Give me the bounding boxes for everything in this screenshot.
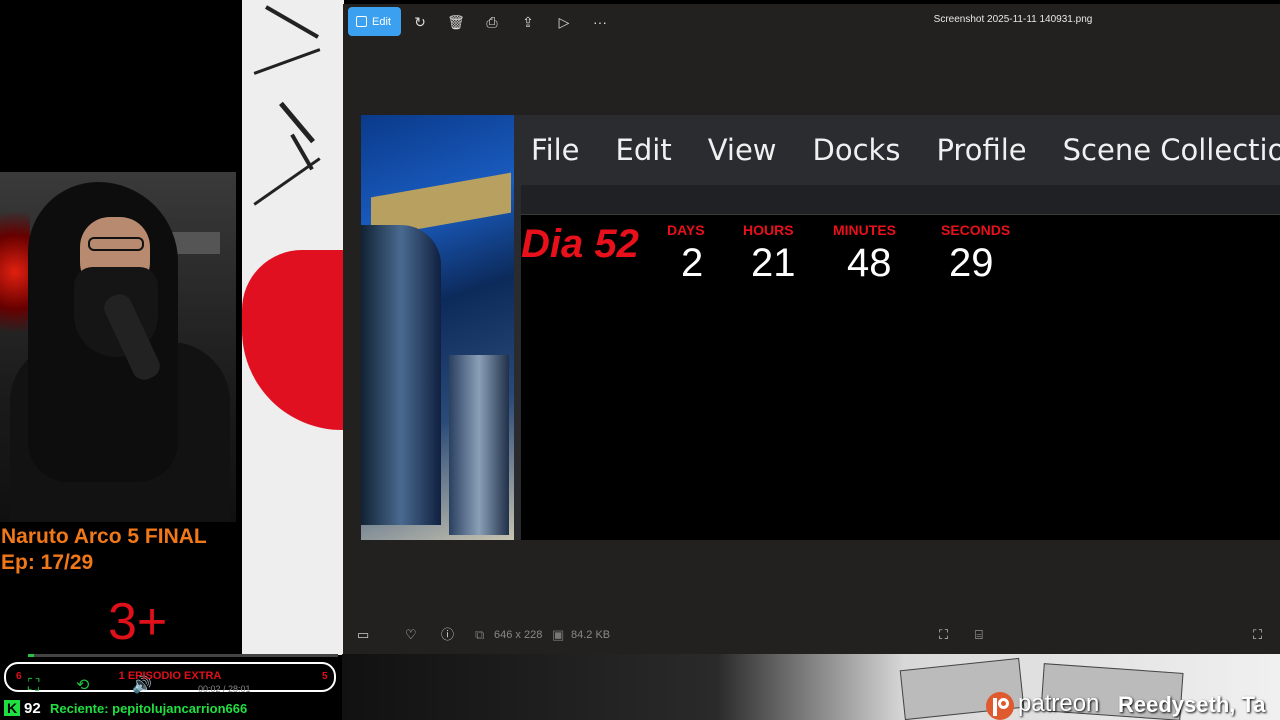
- photo-viewer-window: Edit ↻ 🗑 ⎙ ⇪ ▷ ··· Screenshot 2025-11-11…: [343, 4, 1280, 654]
- days-label: DAYS: [667, 222, 705, 238]
- kick-icon: K: [4, 700, 20, 716]
- seconds-value: 29: [949, 241, 994, 285]
- file-name: Screenshot 2025-11-11 140931.png: [933, 14, 1093, 25]
- stream-frame: Naruto Arco 5 FINAL Ep: 17/29 3+ 6 ⛶ ⟲ 🔊…: [0, 0, 1280, 720]
- rotate-icon[interactable]: ↻: [407, 9, 433, 35]
- dimensions-icon: ⧉: [475, 627, 485, 642]
- patreon-supporters: Reedyseth, Ta: [1118, 692, 1266, 717]
- media-player-bar: 6 ⛶ ⟲ 🔊 1 EPISODIO EXTRA 00:02 / 28:01 5: [4, 654, 338, 694]
- filmstrip-icon[interactable]: ▭: [357, 628, 369, 642]
- minutes-value: 48: [847, 241, 892, 285]
- countdown-title: Dia 52: [521, 222, 639, 266]
- minutes-label: MINUTES: [833, 222, 896, 238]
- file-size: 84.2 KB: [571, 629, 611, 641]
- progress-fill: [28, 654, 35, 657]
- edit-button[interactable]: Edit: [348, 7, 401, 36]
- edit-label: Edit: [372, 15, 391, 28]
- days-value: 2: [681, 241, 704, 285]
- player-time: 00:02 / 28:01: [198, 684, 251, 694]
- print-icon[interactable]: ⎙: [479, 9, 505, 35]
- obs-menu-file: File: [531, 133, 580, 167]
- obs-menu-edit: Edit: [615, 133, 672, 167]
- more-icon[interactable]: ···: [587, 9, 613, 35]
- seconds-label: SECONDS: [941, 222, 1011, 238]
- favorite-icon[interactable]: ♡: [405, 628, 417, 642]
- series-title: Naruto Arco 5 FINAL: [1, 525, 207, 548]
- player-label: 1 EPISODIO EXTRA: [118, 670, 222, 682]
- obs-menu-view: View: [707, 133, 777, 167]
- image-dimensions: 646 x 228: [494, 629, 543, 641]
- manga-background: [242, 0, 344, 655]
- obs-menu-docks: Docks: [812, 133, 901, 167]
- episode-counter: Ep: 17/29: [1, 551, 94, 574]
- hours-label: HOURS: [743, 222, 794, 238]
- progress-track[interactable]: [28, 654, 338, 657]
- zoom-fit-icon[interactable]: ⛶: [939, 628, 948, 642]
- recent-follower: Reciente: pepitolujancarrion666: [50, 701, 248, 716]
- obs-menu-profile: Profile: [936, 133, 1027, 167]
- viewer-toolbar: Edit ↻ 🗑 ⎙ ⇪ ▷ ··· Screenshot 2025-11-11…: [343, 4, 1280, 40]
- file-size-icon: ▣: [552, 627, 565, 642]
- game-art: [361, 115, 514, 540]
- obs-menu-scene-collection: Scene Collection: [1062, 133, 1280, 167]
- edit-icon: [356, 16, 367, 27]
- player-right-number: 5: [322, 671, 328, 682]
- fullscreen-icon[interactable]: ⛶: [1253, 628, 1262, 642]
- age-rating: 3+: [108, 593, 168, 651]
- countdown-timer: Dia 52 DAYS 2 HOURS 21 MINUTES 48 SECOND…: [521, 215, 1280, 540]
- displayed-image: File Edit View Docks Profile Scene Colle…: [361, 115, 1280, 540]
- text-scan-icon[interactable]: ⌸: [975, 628, 983, 642]
- webcam-feed: [0, 172, 236, 522]
- share-icon[interactable]: ⇪: [515, 9, 541, 35]
- obs-menu-bar: File Edit View Docks Profile Scene Colle…: [514, 115, 1280, 185]
- patreon-icon: [986, 692, 1014, 720]
- slideshow-icon[interactable]: ▷: [551, 9, 577, 35]
- kick-viewer-count: 92: [24, 700, 41, 717]
- delete-icon[interactable]: 🗑: [443, 9, 469, 35]
- viewer-statusbar: ▭ ♡ ⓘ ⧉ 646 x 228 ▣ 84.2 KB ⛶ ⌸ ⛶: [343, 620, 1280, 650]
- hours-value: 21: [751, 241, 796, 285]
- info-icon[interactable]: ⓘ: [441, 628, 454, 642]
- patreon-label: patreon: [1018, 690, 1100, 717]
